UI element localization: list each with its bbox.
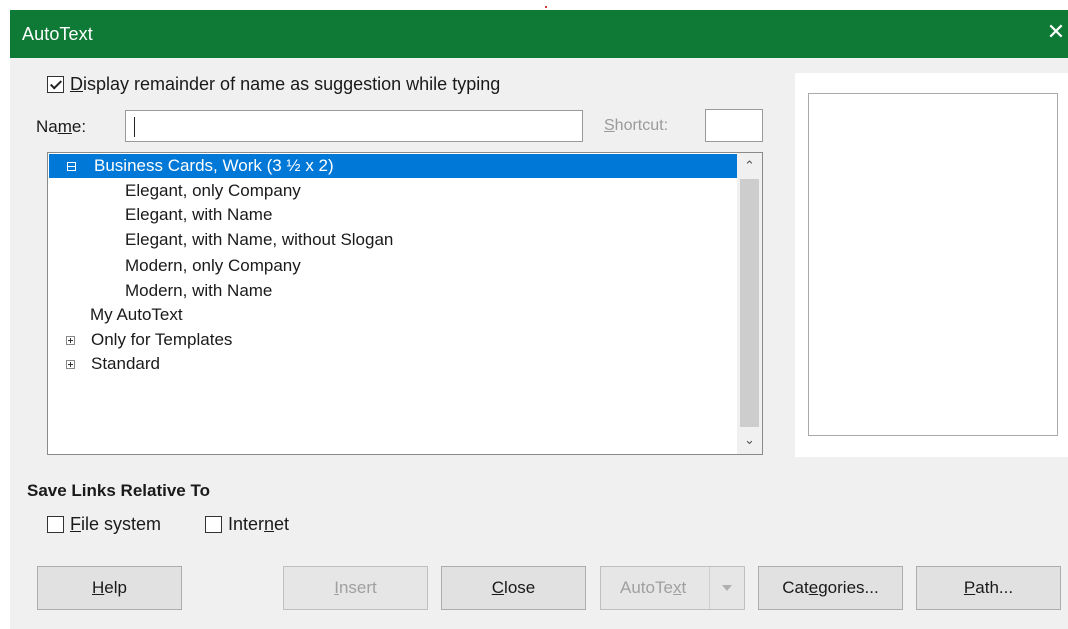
categories-button[interactable]: Cat e gories... — [758, 566, 903, 610]
scroll-thumb[interactable] — [740, 179, 759, 427]
tree-scrollbar[interactable]: ⌃ ⌄ — [737, 153, 762, 454]
dropdown-arrow-icon — [722, 585, 732, 591]
file-system-option[interactable]: File system — [47, 514, 161, 535]
tree-item-my-autotext[interactable]: My AutoText — [90, 303, 183, 327]
display-suggestion-option[interactable]: Display remainder of name as suggestion … — [47, 74, 500, 95]
tree-item-only-for-templates[interactable]: Only for Templates — [63, 328, 363, 352]
help-button[interactable]: Help — [37, 566, 182, 610]
close-button[interactable]: Close — [441, 566, 586, 610]
name-label: Name: — [36, 117, 87, 136]
close-window-icon[interactable]: ✕ — [1046, 20, 1066, 44]
title-bar: AutoText ✕ — [10, 10, 1068, 58]
expand-icon[interactable] — [66, 336, 75, 345]
preview-area — [808, 93, 1058, 436]
display-suggestion-label: Display remainder of name as suggestion … — [70, 74, 501, 94]
tree-item-business-cards[interactable]: Business Cards, Work (3 ½ x 2) — [49, 154, 737, 178]
save-links-heading: Save Links Relative To — [27, 481, 210, 500]
text-caret — [134, 117, 135, 137]
path-button[interactable]: Path... — [916, 566, 1061, 610]
tree-item[interactable]: Elegant, only Company — [125, 179, 301, 203]
tree-item[interactable]: Modern, with Name — [125, 279, 272, 303]
shortcut-label: Shortcut: — [604, 117, 669, 134]
scroll-down-icon[interactable]: ⌄ — [737, 429, 762, 451]
internet-option[interactable]: Internet — [205, 514, 289, 535]
file-system-label: File system — [70, 514, 162, 534]
shortcut-input[interactable] — [705, 109, 763, 142]
window-title: AutoText — [22, 24, 93, 44]
tree-item[interactable]: Modern, only Company — [125, 254, 301, 278]
autotext-menu-button[interactable]: AutoTe x t — [600, 566, 745, 610]
autotext-tree[interactable]: Business Cards, Work (3 ½ x 2) Elegant, … — [47, 152, 763, 455]
scroll-up-icon[interactable]: ⌃ — [737, 155, 762, 177]
collapse-icon[interactable] — [67, 162, 76, 171]
name-input[interactable] — [125, 110, 583, 142]
autotext-dropdown[interactable] — [709, 567, 744, 609]
tree-item[interactable]: Elegant, with Name, without Slogan — [125, 228, 393, 252]
red-marker — [545, 6, 547, 8]
display-suggestion-checkbox[interactable] — [47, 76, 64, 93]
internet-checkbox[interactable] — [205, 516, 222, 533]
tree-item[interactable]: Elegant, with Name — [125, 203, 272, 227]
tree-item-standard[interactable]: Standard — [63, 352, 363, 376]
file-system-checkbox[interactable] — [47, 516, 64, 533]
internet-label: Internet — [228, 514, 290, 534]
insert-button[interactable]: Insert — [283, 566, 428, 610]
expand-icon[interactable] — [66, 360, 75, 369]
